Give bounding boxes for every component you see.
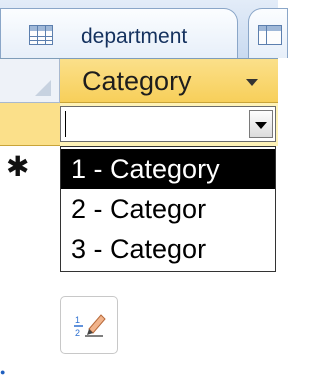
dropdown-option[interactable]: 1 - Category <box>61 149 275 189</box>
record-selector-new[interactable]: ✱ <box>0 146 60 190</box>
corner-triangle-icon <box>35 80 51 96</box>
record-selector-current[interactable] <box>0 103 60 146</box>
column-header-label: Category <box>82 66 192 96</box>
column-header-category[interactable]: Category <box>60 59 278 103</box>
svg-text:1: 1 <box>75 315 80 325</box>
tab-strip: department <box>0 0 288 59</box>
text-caret <box>65 111 66 137</box>
category-combo-box[interactable] <box>60 106 276 142</box>
totals-icon: 1 2 <box>74 314 106 338</box>
chevron-down-icon[interactable] <box>246 79 258 86</box>
combo-dropdown-button[interactable] <box>249 110 273 138</box>
chevron-down-icon <box>255 122 267 129</box>
select-all-corner[interactable] <box>0 59 60 103</box>
category-input[interactable] <box>63 109 247 139</box>
svg-text:2: 2 <box>75 328 80 338</box>
tab-department[interactable]: department <box>0 8 238 58</box>
dropdown-option[interactable]: 3 - Categor <box>61 229 275 269</box>
table-icon <box>29 25 53 45</box>
new-record-icon: ✱ <box>6 151 30 182</box>
tab-next[interactable] <box>248 8 288 58</box>
status-marker: ● <box>0 367 6 377</box>
category-dropdown-list: 1 - Category 2 - Categor 3 - Categor <box>60 146 276 272</box>
dropdown-option[interactable]: 2 - Categor <box>61 189 275 229</box>
table-icon <box>258 25 282 45</box>
tab-label: department <box>81 25 188 48</box>
totals-button[interactable]: 1 2 <box>60 296 118 354</box>
